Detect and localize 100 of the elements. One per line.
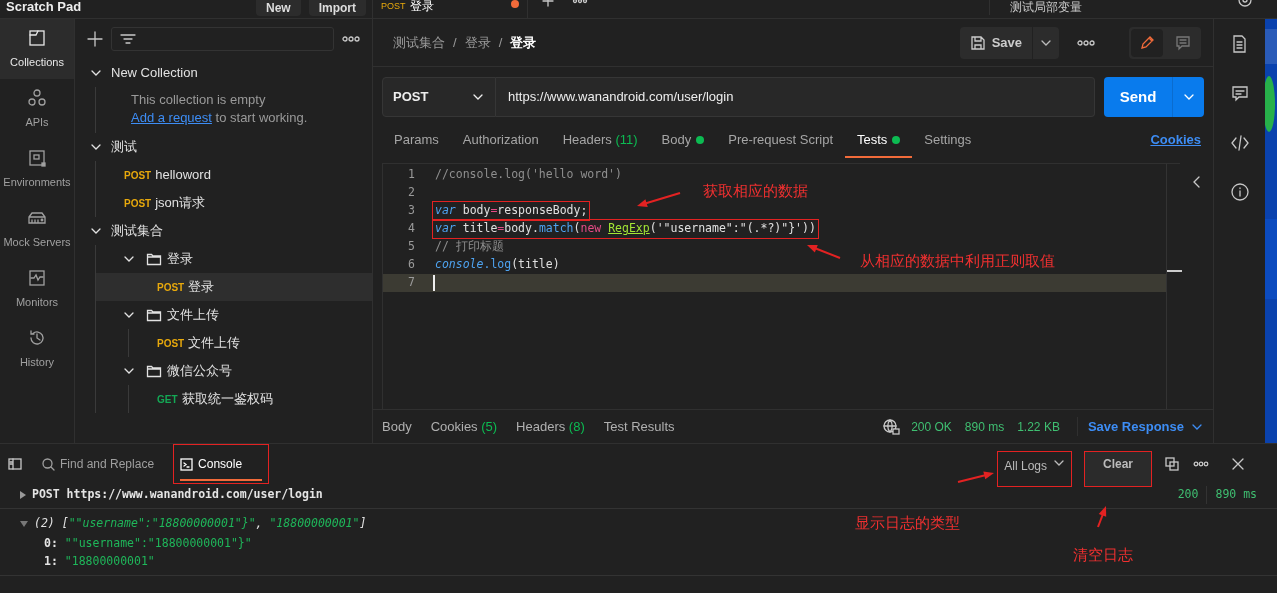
method-select[interactable]: POST <box>382 77 496 117</box>
response-tab[interactable]: Headers (8) <box>516 416 585 437</box>
tree-item[interactable]: POST 文件上传 <box>129 329 372 357</box>
response-time: 890 ms <box>964 418 1005 436</box>
line-number: 7 <box>407 274 416 292</box>
log-request[interactable]: POST https://www.wanandroid.com/user/login <box>32 486 323 504</box>
tree-item[interactable]: GET 获取统一鉴权码 <box>129 385 372 413</box>
method-label: POST <box>157 280 185 295</box>
add-request-link[interactable]: Add a request <box>131 110 212 125</box>
separator: / <box>453 33 457 52</box>
new-button[interactable]: New <box>255 0 301 16</box>
console-tab[interactable]: Find and Replace <box>36 449 161 479</box>
request-tab[interactable]: Authorization <box>450 122 551 158</box>
response-status: 200 OK <box>911 418 952 436</box>
request-tab[interactable]: Body <box>649 122 717 158</box>
folder-icon <box>146 307 162 323</box>
apis-icon <box>27 87 47 108</box>
folder-icon <box>146 363 162 379</box>
request-tab[interactable]: POST 登录 <box>381 0 507 12</box>
comment-icon[interactable] <box>1229 84 1250 104</box>
response-tab[interactable]: Test Results <box>603 416 675 437</box>
disclosure-icon[interactable] <box>20 491 26 499</box>
collections-icon <box>27 27 47 48</box>
annotation-text: 获取相应的数据 <box>703 181 808 201</box>
line-number: 3 <box>407 202 416 220</box>
request-tab[interactable]: Headers (11) <box>550 122 650 158</box>
request-tab[interactable]: Params <box>382 122 451 158</box>
nav-item[interactable]: Collections <box>0 19 74 79</box>
cookies-link[interactable]: Cookies <box>1150 130 1201 150</box>
breadcrumb-link[interactable]: 登录 <box>464 32 491 53</box>
close-icon[interactable] <box>1231 457 1245 471</box>
globe-lock-icon <box>882 417 901 436</box>
log-filter-dropdown[interactable]: All Logs <box>998 452 1071 486</box>
tree-item[interactable]: 微信公众号 <box>96 357 372 385</box>
tree-item[interactable]: New Collection <box>75 59 372 87</box>
copy-icon[interactable] <box>1165 457 1179 471</box>
plus-icon[interactable] <box>87 31 103 47</box>
workspace-title: Scratch Pad <box>6 0 83 14</box>
console-tab[interactable]: Console <box>174 445 269 483</box>
response-tab[interactable]: Body <box>382 416 412 437</box>
disclosure-icon[interactable] <box>20 521 28 527</box>
breadcrumb-link[interactable]: 测试集合 <box>393 32 445 53</box>
code-line: // 打印标题 <box>434 238 505 256</box>
line-number: 2 <box>407 184 416 202</box>
nav-item[interactable]: History <box>0 319 74 379</box>
edit-button[interactable] <box>1131 28 1163 57</box>
request-tab[interactable]: Tests <box>845 122 913 158</box>
code-line: console.log(title) <box>434 256 561 274</box>
hint-text: to start working. <box>214 110 308 125</box>
nav-item[interactable]: APIs <box>0 79 74 139</box>
tree-item[interactable]: POST json请求 <box>96 189 372 217</box>
save-icon <box>969 34 986 51</box>
monitor-icon <box>27 267 47 288</box>
clear-button[interactable]: Clear <box>1085 452 1151 486</box>
request-tab[interactable]: Settings <box>912 122 984 158</box>
method-label: GET <box>157 392 178 407</box>
panel-icon[interactable] <box>8 457 22 471</box>
environment-selector[interactable]: 测试局部变量 <box>989 0 1219 15</box>
save-response-button[interactable]: Save Response <box>1076 416 1204 437</box>
more-icon[interactable] <box>1077 39 1095 46</box>
method-label: POST <box>124 196 152 211</box>
filter-field[interactable] <box>111 27 334 51</box>
nav-item[interactable]: Monitors <box>0 259 74 319</box>
annotation-text: 清空日志 <box>1073 545 1133 565</box>
property-key: 1: <box>44 553 58 571</box>
line-number: 1 <box>407 166 416 184</box>
tree-item[interactable]: 登录 <box>96 245 372 273</box>
tree-item[interactable]: POST 登录 <box>96 273 372 301</box>
tree-item[interactable]: POST helloword <box>96 161 372 189</box>
tree-item[interactable]: 测试 <box>75 133 372 161</box>
plus-icon[interactable] <box>542 0 554 8</box>
method-label: POST <box>157 336 185 351</box>
pencil-icon <box>1139 34 1155 51</box>
settings-icon[interactable] <box>1237 0 1253 8</box>
url-field[interactable]: https://www.wanandroid.com/user/login <box>496 77 1095 117</box>
line-number: 6 <box>407 256 416 274</box>
property-value: "18800000001" <box>63 553 155 571</box>
property-key: 0: <box>44 535 58 553</box>
code-icon[interactable] <box>1229 133 1250 153</box>
empty-message: This collection is empty <box>131 91 267 109</box>
more-icon[interactable] <box>572 0 588 6</box>
code-line: var title=body.match(new RegExp('"username":"(.*?)"}')) <box>433 220 818 238</box>
annotation-text: 从相应的数据中利用正则取值 <box>860 251 1055 271</box>
response-tab[interactable]: Cookies (5) <box>430 416 498 437</box>
nav-item[interactable]: Mock Servers <box>0 199 74 259</box>
tree-item[interactable]: 文件上传 <box>96 301 372 329</box>
more-icon[interactable] <box>342 36 360 42</box>
tree-item[interactable]: 测试集合 <box>75 217 372 245</box>
code-line: //console.log('hello word') <box>434 166 623 184</box>
info-icon[interactable] <box>1229 182 1250 202</box>
request-tab[interactable]: Pre-request Script <box>716 122 845 158</box>
environments-icon <box>27 147 47 168</box>
nav-item[interactable]: Environments <box>0 139 74 199</box>
search-icon <box>42 457 55 471</box>
property-value: ""username":"18800000001"}" <box>63 535 252 553</box>
line-number: 4 <box>407 220 416 238</box>
more-icon[interactable] <box>1193 461 1209 467</box>
annotation-text: 显示日志的类型 <box>855 513 960 533</box>
arrow <box>637 192 681 207</box>
import-button[interactable]: Import <box>308 0 366 16</box>
